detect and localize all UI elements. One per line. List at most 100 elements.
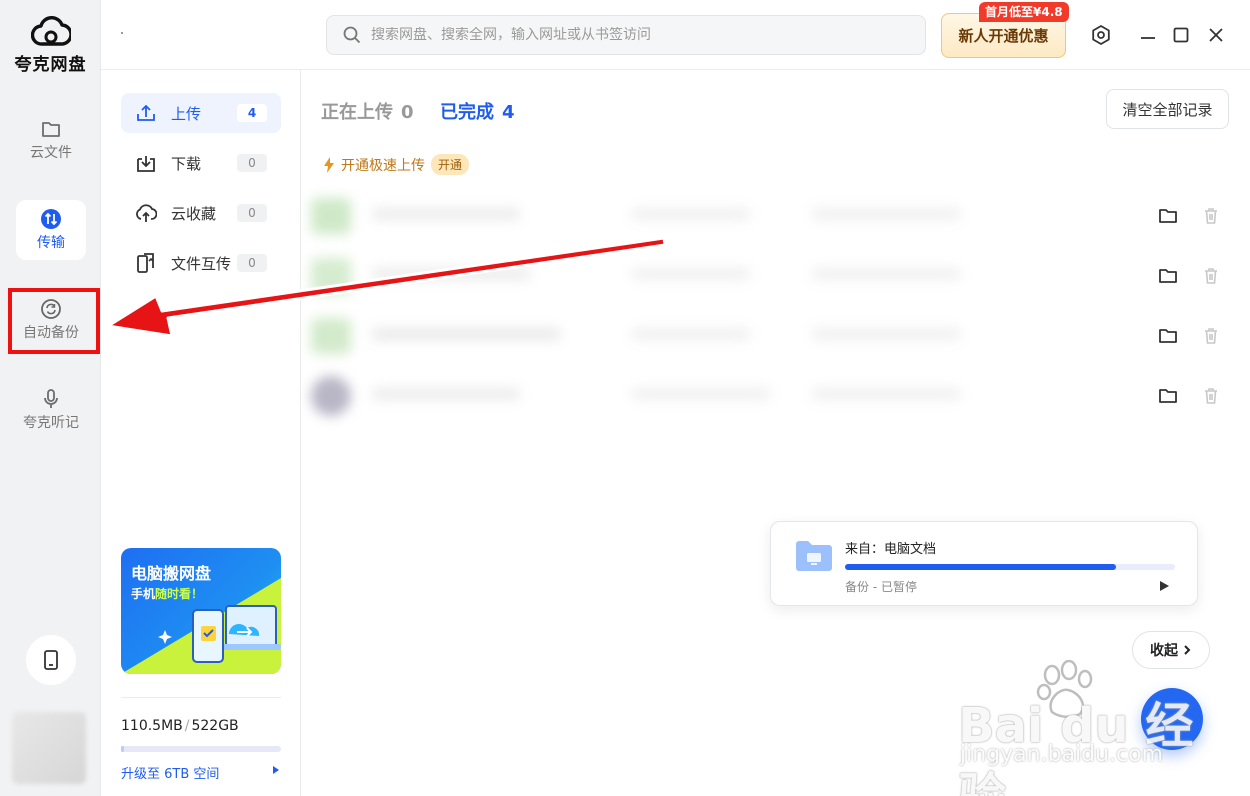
folder-icon [42,122,60,137]
transfer-nav-count: 4 [237,104,267,122]
quota-progress-bar [121,746,281,752]
folder-icon[interactable] [1158,266,1178,286]
folder-monitor-icon [796,541,832,571]
file-size [631,388,771,400]
speed-upload-label: 开通极速上传 [341,157,425,174]
file-thumbnail [311,376,351,416]
file-size [631,268,751,280]
minimize-icon [1141,37,1155,39]
file-thumbnail [311,198,351,234]
folder-icon[interactable] [1158,326,1178,346]
left-rail: 夸克网盘 云文件 传输 自动备份 夸克听记 [0,0,101,796]
close-icon [1209,28,1223,42]
promo-label: 新人开通优惠 [958,27,1049,45]
cloud-save-icon [136,204,157,222]
minimize-button[interactable] [1137,24,1159,46]
play-icon[interactable] [1160,581,1169,591]
promo-badge: 首月低至¥4.8 [979,2,1069,22]
transfer-nav-file-transfer[interactable]: 文件互传 0 [121,243,281,283]
transfer-nav-upload[interactable]: 上传 4 [121,93,281,133]
file-thumbnail [311,258,351,294]
quota-progress-fill [121,746,125,752]
settings-button[interactable] [1090,24,1112,46]
top-bar: 新人开通优惠 首月低至¥4.8 [101,0,1250,70]
user-avatar[interactable] [12,712,86,784]
rail-item-label: 云文件 [30,145,72,161]
clear-all-button[interactable]: 清空全部记录 [1106,89,1229,129]
chevron-right-icon [1184,645,1191,655]
maximize-icon [1173,27,1189,43]
quark-cloud-logo-icon [30,16,71,46]
watermark-brand: Bai du 经验 [958,698,1194,796]
upload-icon [137,104,155,121]
trash-icon[interactable] [1201,206,1221,226]
file-path [811,208,961,220]
watermark-url: jingyan.baidu.com [960,742,1164,767]
tab-uploading[interactable]: 正在上传 0 [321,98,414,124]
folder-icon[interactable] [1158,386,1178,406]
trash-icon[interactable] [1201,326,1221,346]
rail-item-quark-notes[interactable]: 夸克听记 [16,380,86,440]
backup-source: 来自：电脑文档 [845,542,937,557]
caret-right-icon [273,766,279,774]
baidu-watermark: Bai du 经验 jingyan.baidu.com [958,660,1208,796]
table-row[interactable] [301,186,1250,246]
divider-dot [121,32,123,34]
divider [121,697,281,698]
upgrade-link[interactable]: 升级至 6TB 空间 [121,763,281,782]
transfer-nav-label: 上传 [171,104,202,123]
transfer-nav-count: 0 [237,254,267,272]
rail-item-transfer[interactable]: 传输 [16,200,86,260]
app-name: 夸克网盘 [14,55,87,75]
transfer-nav-cloud-save[interactable]: 云收藏 0 [121,193,281,233]
tab-completed[interactable]: 已完成 4 [440,98,515,124]
transfer-nav-count: 0 [237,154,267,172]
table-row[interactable] [301,246,1250,306]
storage-quota: 110.5MB/522GB [121,718,239,734]
file-path [811,328,961,340]
backup-status-text: 备份 - 已暂停 [845,580,917,594]
folder-icon[interactable] [1158,206,1178,226]
transfer-icon [41,209,61,229]
microphone-icon [44,389,58,408]
app-logo[interactable]: 夸克网盘 [0,16,101,75]
transfer-nav-count: 0 [237,204,267,222]
settings-icon [1092,25,1110,45]
file-name [371,268,531,280]
speed-upload-badge: 开通 [431,154,470,175]
file-path [811,268,961,280]
search-icon [343,26,361,44]
backup-progress-fill [845,564,1116,570]
file-path [811,388,961,400]
phone-icon [44,650,58,670]
speed-upload-promo[interactable]: 开通极速上传 开通 [323,154,470,175]
trash-icon[interactable] [1201,266,1221,286]
transfer-nav-label: 云收藏 [171,204,217,223]
quota-total: 522GB [191,718,239,734]
device-button[interactable] [26,635,76,685]
file-name [371,388,521,400]
download-icon [137,156,155,172]
file-size [631,208,751,220]
rail-item-label: 传输 [37,235,65,251]
maximize-button[interactable] [1170,24,1192,46]
promo-banner[interactable]: 电脑搬网盘 手机随时看！ [121,548,281,674]
quota-used: 110.5MB [121,718,183,734]
file-name [371,208,521,220]
trash-icon[interactable] [1201,386,1221,406]
rail-item-label: 夸克听记 [23,415,79,431]
search-input[interactable] [371,27,911,43]
banner-title: 电脑搬网盘 [131,564,212,583]
file-name [371,328,561,340]
file-thumbnail [311,318,351,354]
close-button[interactable] [1205,24,1227,46]
file-transfer-icon [137,253,154,273]
search-box[interactable] [326,15,926,55]
table-row[interactable] [301,366,1250,426]
file-size [631,328,751,340]
rail-item-cloud-files[interactable]: 云文件 [16,110,86,170]
backup-status-card[interactable]: 来自：电脑文档 备份 - 已暂停 [770,521,1198,606]
transfer-nav-label: 下载 [171,154,202,173]
transfer-nav-download[interactable]: 下载 0 [121,143,281,183]
table-row[interactable] [301,306,1250,366]
